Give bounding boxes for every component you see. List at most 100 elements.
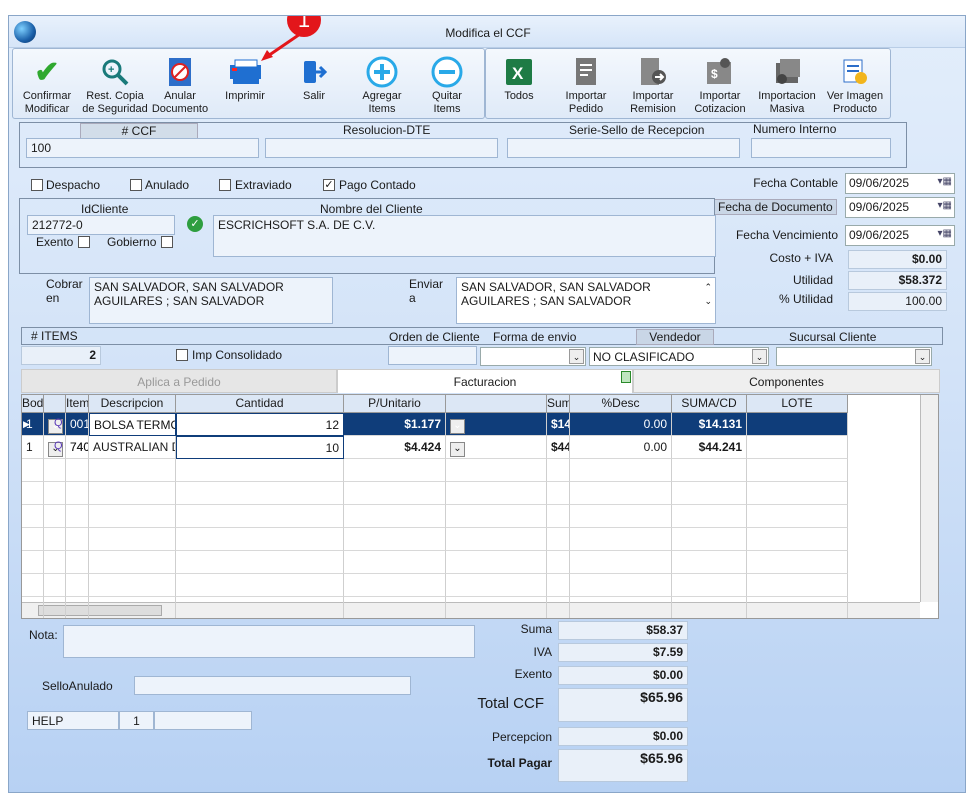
table-cell[interactable]: 12: [176, 413, 344, 436]
empty-cell[interactable]: [446, 597, 547, 618]
empty-cell[interactable]: [344, 482, 446, 505]
table-cell[interactable]: 10: [176, 436, 344, 459]
gobierno-checkbox[interactable]: [161, 236, 173, 248]
empty-cell[interactable]: [747, 597, 848, 618]
imprimir-button[interactable]: Imprimir: [215, 56, 275, 103]
empty-cell[interactable]: [66, 528, 89, 551]
empty-cell[interactable]: [22, 574, 44, 597]
extraviado-checkbox[interactable]: [219, 179, 231, 191]
calendar-icon[interactable]: ▾▦: [938, 228, 952, 239]
empty-cell[interactable]: [176, 528, 344, 551]
empty-cell[interactable]: [44, 482, 66, 505]
empty-cell[interactable]: [89, 528, 176, 551]
empty-cell[interactable]: [747, 482, 848, 505]
empty-cell[interactable]: [570, 505, 672, 528]
empty-cell[interactable]: [22, 597, 44, 618]
empty-cell[interactable]: [44, 597, 66, 618]
tab-facturacion[interactable]: Facturacion: [337, 369, 633, 393]
restore-backup-button[interactable]: + Rest. Copia de Seguridad: [80, 56, 150, 116]
grid-header-desc[interactable]: %Desc: [570, 395, 672, 413]
empty-cell[interactable]: [570, 528, 672, 551]
scroll-arrows-icon[interactable]: ⌃ ⌄: [704, 280, 712, 308]
empty-cell[interactable]: [176, 459, 344, 482]
empty-cell[interactable]: [89, 574, 176, 597]
empty-cell[interactable]: [547, 574, 570, 597]
empty-cell[interactable]: [176, 505, 344, 528]
quitar-items-button[interactable]: Quitar Items: [417, 56, 477, 116]
verify-client-icon[interactable]: ✓: [187, 216, 203, 232]
empty-cell[interactable]: [44, 551, 66, 574]
empty-cell[interactable]: [66, 574, 89, 597]
empty-cell[interactable]: [446, 459, 547, 482]
empty-cell[interactable]: [66, 505, 89, 528]
nota-input[interactable]: [63, 625, 475, 658]
empty-cell[interactable]: [176, 551, 344, 574]
grid-header-dd[interactable]: [44, 395, 66, 413]
table-cell[interactable]: BOLSA TERMO TRANSP 9X1: [89, 413, 176, 436]
table-cell[interactable]: $44.241: [672, 436, 747, 459]
empty-cell[interactable]: [176, 574, 344, 597]
empty-cell[interactable]: [547, 528, 570, 551]
empty-cell[interactable]: [22, 482, 44, 505]
empty-cell[interactable]: [747, 551, 848, 574]
excel-todos-button[interactable]: X Todos: [489, 56, 549, 103]
empty-cell[interactable]: [446, 528, 547, 551]
vertical-scrollbar[interactable]: [920, 395, 938, 602]
empty-cell[interactable]: [44, 505, 66, 528]
empty-cell[interactable]: [672, 528, 747, 551]
table-cell[interactable]: $44.241: [547, 436, 570, 459]
grid-header-bodega[interactable]: Bodega: [22, 395, 44, 413]
table-cell[interactable]: $4.424: [344, 436, 446, 459]
fecha-documento-picker[interactable]: 09/06/2025 ▾▦: [845, 197, 955, 218]
empty-cell[interactable]: [22, 551, 44, 574]
search-item-icon[interactable]: Q: [54, 417, 63, 429]
fecha-vencimiento-picker[interactable]: 09/06/2025 ▾▦: [845, 225, 955, 246]
id-cliente-input[interactable]: 212772-0: [27, 215, 175, 235]
empty-cell[interactable]: [747, 505, 848, 528]
empty-cell[interactable]: [570, 459, 672, 482]
grid-header-lote[interactable]: LOTE: [747, 395, 848, 413]
empty-cell[interactable]: [344, 551, 446, 574]
empty-cell[interactable]: [547, 551, 570, 574]
empty-cell[interactable]: [22, 505, 44, 528]
item-code-cell[interactable]: 0012: [66, 413, 89, 436]
items-grid[interactable]: Bodega ItemDescripcionCantidadP/Unitario S…: [21, 394, 939, 619]
empty-cell[interactable]: [570, 597, 672, 618]
empty-cell[interactable]: [66, 597, 89, 618]
tab-componentes[interactable]: Componentes: [633, 369, 940, 393]
enviar-address[interactable]: SAN SALVADOR, SAN SALVADOR AGUILARES ; SA…: [456, 277, 716, 324]
empty-cell[interactable]: [547, 597, 570, 618]
grid-header-sumacd[interactable]: SUMA/CD: [672, 395, 747, 413]
empty-cell[interactable]: [747, 459, 848, 482]
empty-cell[interactable]: [344, 459, 446, 482]
empty-cell[interactable]: [176, 597, 344, 618]
table-cell[interactable]: 0.00: [570, 436, 672, 459]
confirm-button[interactable]: ✔ Confirmar Modificar: [14, 56, 80, 116]
empty-cell[interactable]: [44, 528, 66, 551]
grid-header-descripcion[interactable]: Descripcion: [89, 395, 176, 413]
empty-cell[interactable]: [344, 505, 446, 528]
empty-cell[interactable]: [89, 482, 176, 505]
grid-header-dd2[interactable]: [446, 395, 547, 413]
anular-documento-button[interactable]: Anular Documento: [150, 56, 210, 116]
table-cell[interactable]: ⌄: [446, 413, 547, 436]
empty-cell[interactable]: [547, 482, 570, 505]
table-cell[interactable]: 1: [22, 436, 44, 459]
vendedor-select[interactable]: NO CLASIFICADO ⌄: [589, 347, 769, 366]
empty-cell[interactable]: [89, 505, 176, 528]
empty-cell[interactable]: [672, 551, 747, 574]
empty-cell[interactable]: [672, 574, 747, 597]
calendar-icon[interactable]: ▾▦: [938, 176, 952, 187]
chevron-down-icon[interactable]: ⌄: [450, 442, 465, 457]
empty-cell[interactable]: [344, 528, 446, 551]
fecha-contable-picker[interactable]: 09/06/2025 ▾▦: [845, 173, 955, 194]
chevron-down-icon[interactable]: ⌄: [450, 419, 465, 434]
nombre-cliente-input[interactable]: ESCRICHSOFT S.A. DE C.V.: [213, 215, 716, 257]
table-cell[interactable]: 0.00: [570, 413, 672, 436]
importacion-masiva-button[interactable]: Importacion Masiva: [754, 56, 820, 116]
grid-header-item[interactable]: Item: [66, 395, 89, 413]
empty-cell[interactable]: [446, 482, 547, 505]
empty-cell[interactable]: [66, 459, 89, 482]
orden-cliente-input[interactable]: [388, 346, 477, 365]
empty-cell[interactable]: [672, 482, 747, 505]
